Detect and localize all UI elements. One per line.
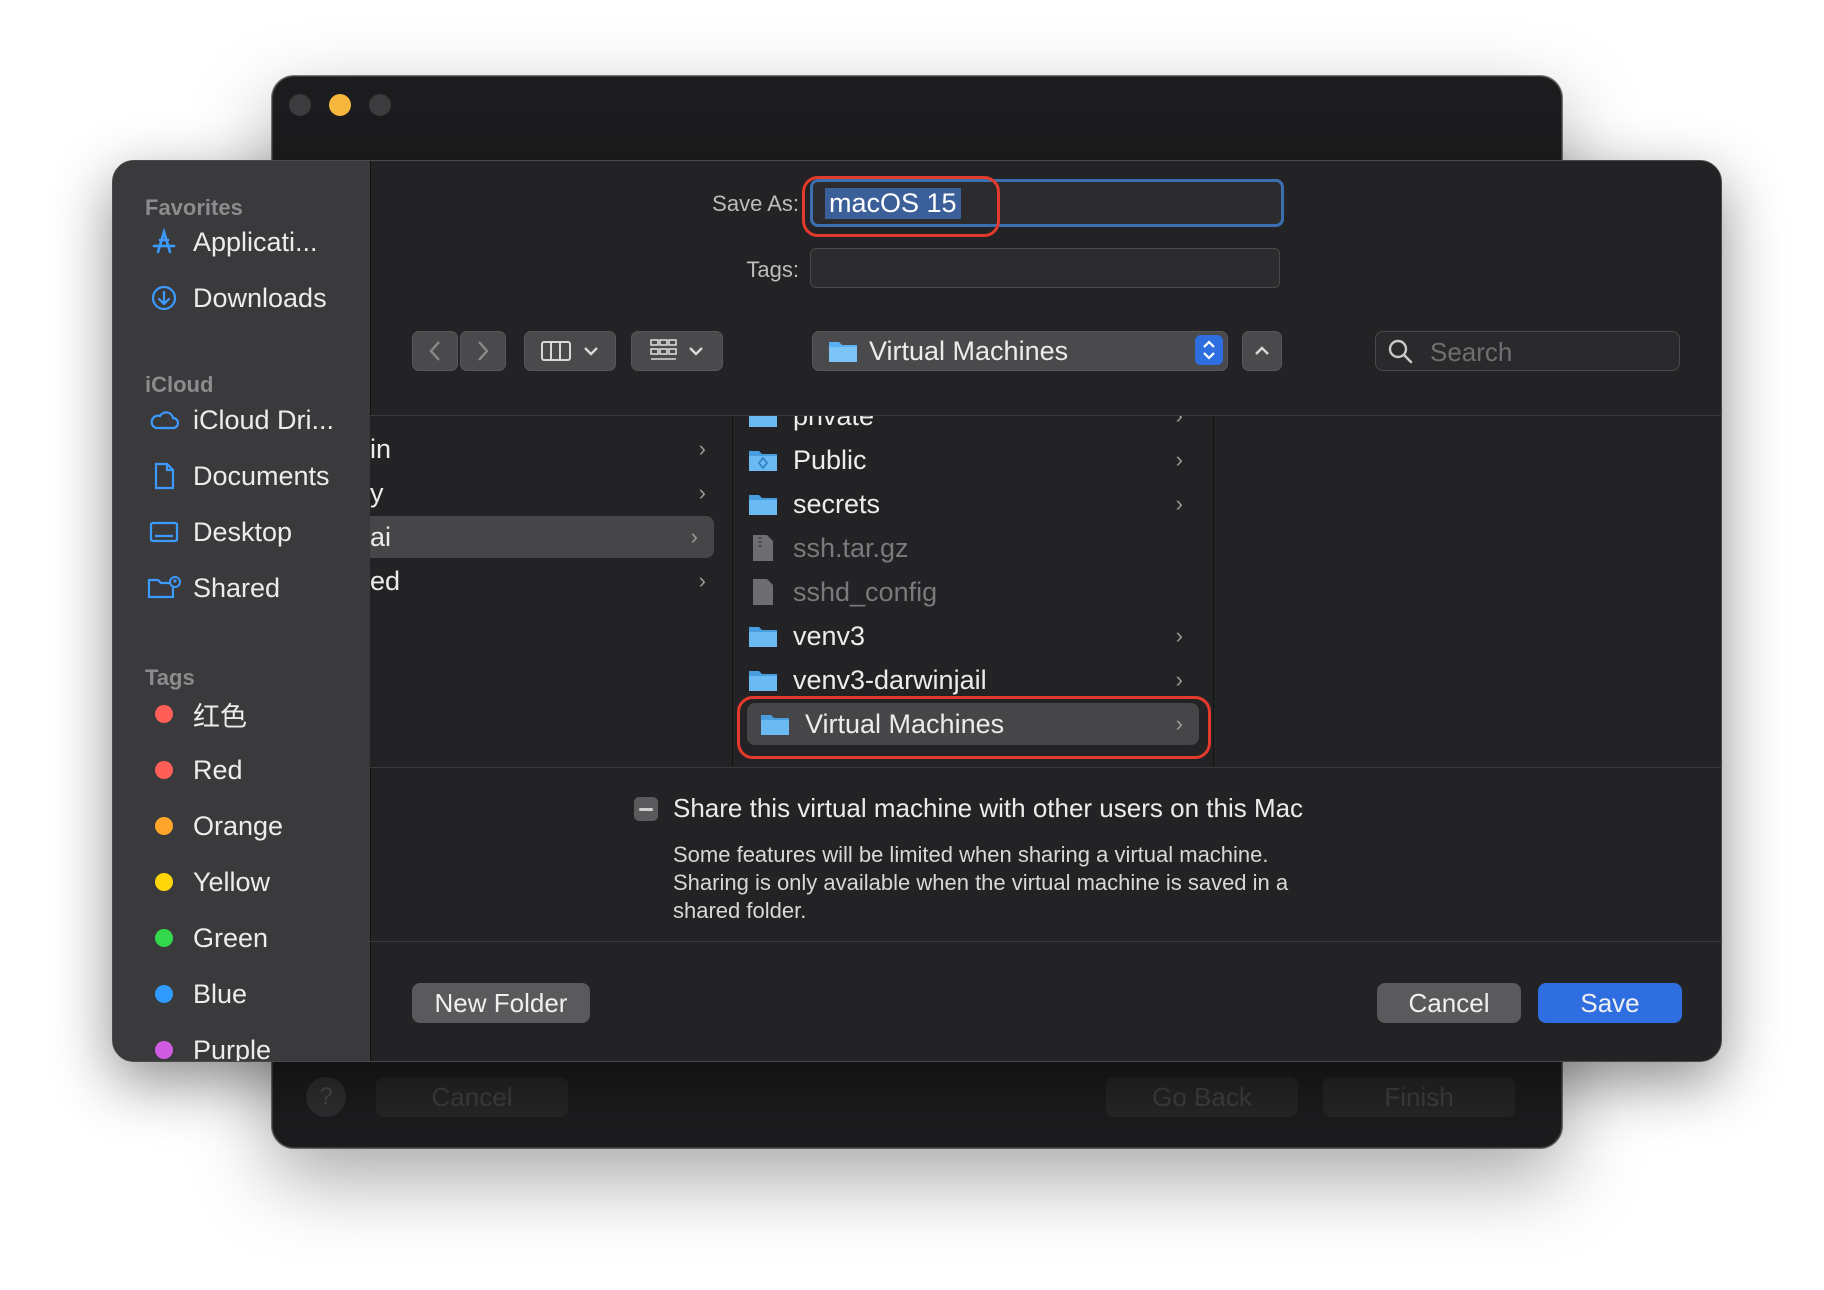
tags-field[interactable] <box>810 248 1280 288</box>
sidebar-tag-green[interactable]: Green <box>113 913 370 963</box>
location-label: Virtual Machines <box>869 335 1069 366</box>
sidebar-tag-yellow[interactable]: Yellow <box>113 857 370 907</box>
desktop-icon <box>147 520 181 544</box>
view-mode-button[interactable] <box>524 331 616 371</box>
highlight-ring-folder <box>737 696 1211 759</box>
chevron-right-icon: › <box>690 524 698 549</box>
sidebar-tag-red[interactable]: Red <box>113 745 370 795</box>
sidebar-item-icloud-drive[interactable]: iCloud Dri... <box>113 395 370 445</box>
grid-icon <box>650 339 677 360</box>
folder-icon <box>749 627 777 647</box>
file-icon <box>753 579 773 605</box>
list-item[interactable]: venv3 › <box>747 615 1199 657</box>
chevron-right-icon: › <box>1175 667 1183 692</box>
tag-dot-icon <box>155 929 173 947</box>
tag-dot-icon <box>155 985 173 1003</box>
share-checkbox[interactable] <box>634 797 658 821</box>
tag-dot-icon <box>155 873 173 891</box>
back-nav-button[interactable] <box>412 331 458 371</box>
chevron-right-icon: › <box>1175 447 1183 472</box>
group-by-button[interactable] <box>631 331 723 371</box>
file-browser: in › y › ai › ed › private › <box>370 416 1721 766</box>
list-item[interactable]: sshd_config <box>747 571 1199 613</box>
current-column: private › Public › secrets › ssh.tar.gz … <box>733 416 1214 766</box>
parent-column: in › y › ai › ed › <box>370 416 733 766</box>
public-folder-icon <box>749 451 777 471</box>
list-item[interactable]: secrets › <box>747 483 1199 525</box>
highlight-ring-filename <box>802 176 1000 237</box>
folder-icon <box>749 416 777 427</box>
list-item[interactable]: in › <box>370 428 722 470</box>
tag-dot-icon <box>155 761 173 779</box>
search-field[interactable]: Search <box>1375 331 1680 371</box>
list-item[interactable]: ssh.tar.gz <box>747 527 1199 569</box>
finish-button[interactable]: Finish <box>1323 1077 1515 1117</box>
sidebar-item-applications[interactable]: Applicati... <box>113 217 370 267</box>
shared-folder-icon <box>147 575 181 601</box>
tag-dot-icon <box>155 705 173 723</box>
cancel-button[interactable]: Cancel <box>1377 983 1521 1023</box>
search-icon <box>1388 339 1413 364</box>
new-folder-button[interactable]: New Folder <box>412 983 590 1023</box>
list-item[interactable]: venv3-darwinjail › <box>747 659 1199 701</box>
chevron-up-icon <box>1255 346 1269 355</box>
list-item[interactable]: Public › <box>747 439 1199 481</box>
tag-dot-icon <box>155 1041 173 1059</box>
location-popup[interactable]: Virtual Machines <box>812 331 1228 371</box>
columns-view-icon <box>541 341 571 361</box>
sidebar-item-downloads[interactable]: Downloads <box>113 273 370 323</box>
close-button[interactable] <box>289 94 311 116</box>
search-placeholder: Search <box>1430 337 1513 367</box>
list-item-selected[interactable]: ai › <box>370 516 714 558</box>
back-cancel-button[interactable]: Cancel <box>376 1077 568 1117</box>
share-description: Some features will be limited when shari… <box>673 842 1289 923</box>
go-back-button[interactable]: Go Back <box>1106 1077 1298 1117</box>
help-button[interactable]: ? <box>306 1077 346 1117</box>
footer-divider <box>370 941 1721 942</box>
sidebar-tag-red-cn[interactable]: 红色 <box>113 689 370 739</box>
tags-label: Tags: <box>746 257 799 282</box>
share-checkbox-label: Share this virtual machine with other us… <box>673 793 1304 823</box>
folder-icon <box>749 671 777 691</box>
zoom-button[interactable] <box>369 94 391 116</box>
chevron-right-icon: › <box>1176 416 1183 429</box>
sidebar-tag-blue[interactable]: Blue <box>113 969 370 1019</box>
chevron-right-icon: › <box>1175 491 1183 516</box>
sidebar-item-documents[interactable]: Documents <box>113 451 370 501</box>
save-dialog: Favorites Applicati... Downloads iCloud … <box>112 160 1722 1062</box>
sidebar-tag-purple[interactable]: Purple <box>113 1025 370 1061</box>
chevron-right-icon: › <box>1175 623 1183 648</box>
save-button[interactable]: Save <box>1538 983 1682 1023</box>
save-as-label: Save As: <box>712 191 799 216</box>
chevron-down-icon <box>689 347 703 356</box>
folder-icon <box>749 495 777 515</box>
chevron-right-icon: › <box>698 568 706 593</box>
sidebar-header-tags: Tags <box>145 665 195 690</box>
chevron-right-icon: › <box>698 436 706 461</box>
downloads-icon <box>147 284 181 312</box>
chevron-right-icon <box>478 341 489 361</box>
tag-dot-icon <box>155 817 173 835</box>
sidebar-tag-orange[interactable]: Orange <box>113 801 370 851</box>
sidebar-item-desktop[interactable]: Desktop <box>113 507 370 557</box>
minimize-button[interactable] <box>329 94 351 116</box>
icloud-icon <box>147 408 181 432</box>
list-item[interactable]: ed › <box>370 560 722 602</box>
archive-file-icon <box>753 535 773 561</box>
chevron-down-icon <box>584 347 598 356</box>
updown-chevron-icon <box>1195 335 1223 365</box>
list-item[interactable]: private › <box>747 416 1199 437</box>
document-icon <box>147 462 181 490</box>
applications-icon <box>147 228 181 256</box>
sidebar-item-shared[interactable]: Shared <box>113 563 370 613</box>
forward-nav-button[interactable] <box>460 331 506 371</box>
mixed-state-icon <box>639 807 653 811</box>
sidebar: Favorites Applicati... Downloads iCloud … <box>113 161 371 1061</box>
browser-divider <box>370 767 1721 768</box>
chevron-right-icon: › <box>698 480 706 505</box>
folder-icon <box>829 342 857 362</box>
list-item[interactable]: y › <box>370 472 722 514</box>
chevron-left-icon <box>429 341 440 361</box>
enclosing-folder-button[interactable] <box>1242 331 1282 371</box>
